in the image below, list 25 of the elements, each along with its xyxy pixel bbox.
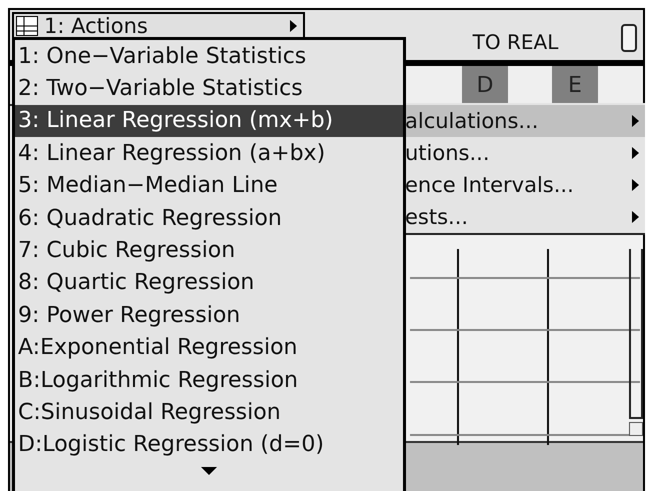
menu-item[interactable]: 6: Quadratic Regression [15, 202, 403, 234]
menu-item[interactable]: D:Logistic Regression (d=0) [15, 428, 403, 462]
scrollbar-track[interactable] [629, 249, 643, 419]
more-arrow-icon [201, 467, 217, 476]
menu-item[interactable]: A:Exponential Regression [15, 332, 403, 364]
menu-item[interactable]: 5: Median−Median Line [15, 170, 403, 202]
menu-item[interactable]: 2: Two−Variable Statistics [15, 72, 403, 105]
scroll-down-button[interactable] [629, 422, 643, 436]
menu-item[interactable]: 9: Power Regression [15, 299, 403, 332]
menu-item[interactable]: B:Logarithmic Regression [15, 364, 403, 396]
menu-item[interactable]: 1: One−Variable Statistics [15, 40, 403, 72]
menu-item[interactable]: 7: Cubic Regression [15, 234, 403, 267]
menu-item[interactable]: 4: Linear Regression (a+bx) [15, 137, 403, 170]
submenu-item[interactable]: utions... [405, 137, 645, 169]
menu-item[interactable]: C:Sinusoidal Regression [15, 396, 403, 429]
submenu-item[interactable]: ests... [405, 201, 645, 233]
menu-item[interactable]: 3: Linear Regression (mx+b) [15, 104, 403, 138]
column-header[interactable]: E [552, 66, 598, 104]
mode-indicator: TO REAL [472, 30, 558, 54]
column-header[interactable]: D [462, 66, 508, 104]
submenu-item[interactable]: ence Intervals... [405, 169, 645, 201]
submenu-item[interactable]: alculations... [405, 105, 645, 137]
actions-menu-header[interactable]: 1: Actions [12, 12, 305, 38]
battery-icon [621, 24, 637, 52]
menu-item[interactable]: 8: Quartic Regression [15, 266, 403, 300]
